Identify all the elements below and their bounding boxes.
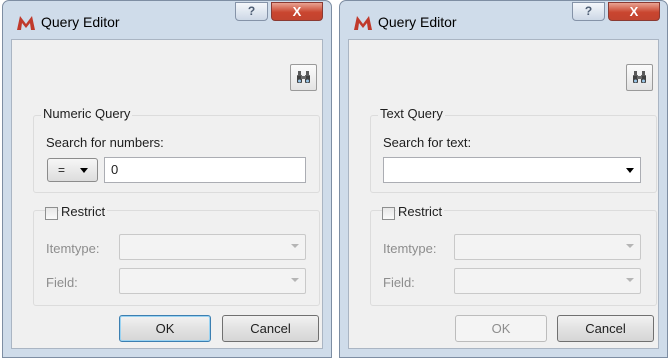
close-button[interactable]: X xyxy=(271,2,323,21)
restrict-checkbox[interactable] xyxy=(45,207,58,220)
search-value: 0 xyxy=(111,162,119,177)
group-label: Numeric Query xyxy=(41,106,133,121)
chevron-down-icon xyxy=(80,168,88,173)
chevron-down-icon xyxy=(291,244,299,248)
help-button[interactable]: ? xyxy=(235,2,268,21)
close-button[interactable]: X xyxy=(608,2,660,21)
find-button[interactable] xyxy=(626,64,653,91)
search-label: Search for text: xyxy=(383,135,472,150)
window-title: Query Editor xyxy=(41,14,120,30)
dialog-body: Numeric Query Search for numbers: = 0 Re… xyxy=(11,39,323,349)
search-combo-input[interactable] xyxy=(383,157,641,183)
cancel-button[interactable]: Cancel xyxy=(222,315,319,342)
window-title: Query Editor xyxy=(378,14,457,30)
itemtype-select[interactable] xyxy=(119,234,306,260)
binoculars-icon xyxy=(633,71,646,83)
binoculars-icon xyxy=(297,71,310,83)
operator-select[interactable]: = xyxy=(47,158,98,182)
query-editor-dialog-numeric: Query Editor ? X Numeric Query Search fo… xyxy=(2,0,332,358)
ok-button[interactable]: OK xyxy=(455,315,547,342)
query-editor-dialog-text: Query Editor ? X Text Query Search for t… xyxy=(339,0,668,358)
chevron-down-icon xyxy=(626,278,634,282)
search-label: Search for numbers: xyxy=(46,135,164,150)
help-button[interactable]: ? xyxy=(572,2,605,21)
itemtype-label: Itemtype: xyxy=(383,241,437,256)
search-input[interactable]: 0 xyxy=(104,157,306,183)
field-label: Field: xyxy=(383,275,415,290)
title-bar[interactable]: Query Editor ? X xyxy=(340,1,667,39)
group-label: Text Query xyxy=(378,106,445,121)
find-button[interactable] xyxy=(290,64,317,91)
chevron-down-icon xyxy=(626,244,634,248)
restrict-label: Restrict xyxy=(396,204,445,219)
itemtype-label: Itemtype: xyxy=(46,241,100,256)
operator-value: = xyxy=(58,163,66,177)
chevron-down-icon[interactable] xyxy=(626,168,634,173)
itemtype-select[interactable] xyxy=(454,234,641,260)
field-label: Field: xyxy=(46,275,78,290)
m-logo-icon xyxy=(354,16,372,30)
ok-button[interactable]: OK xyxy=(119,315,211,342)
title-bar[interactable]: Query Editor ? X xyxy=(3,1,331,39)
field-select[interactable] xyxy=(119,268,306,294)
dialog-body: Text Query Search for text: Restrict Ite… xyxy=(348,39,659,349)
chevron-down-icon xyxy=(291,278,299,282)
cancel-button[interactable]: Cancel xyxy=(557,315,654,342)
restrict-checkbox[interactable] xyxy=(382,207,395,220)
field-select[interactable] xyxy=(454,268,641,294)
restrict-label: Restrict xyxy=(59,204,108,219)
m-logo-icon xyxy=(17,16,35,30)
